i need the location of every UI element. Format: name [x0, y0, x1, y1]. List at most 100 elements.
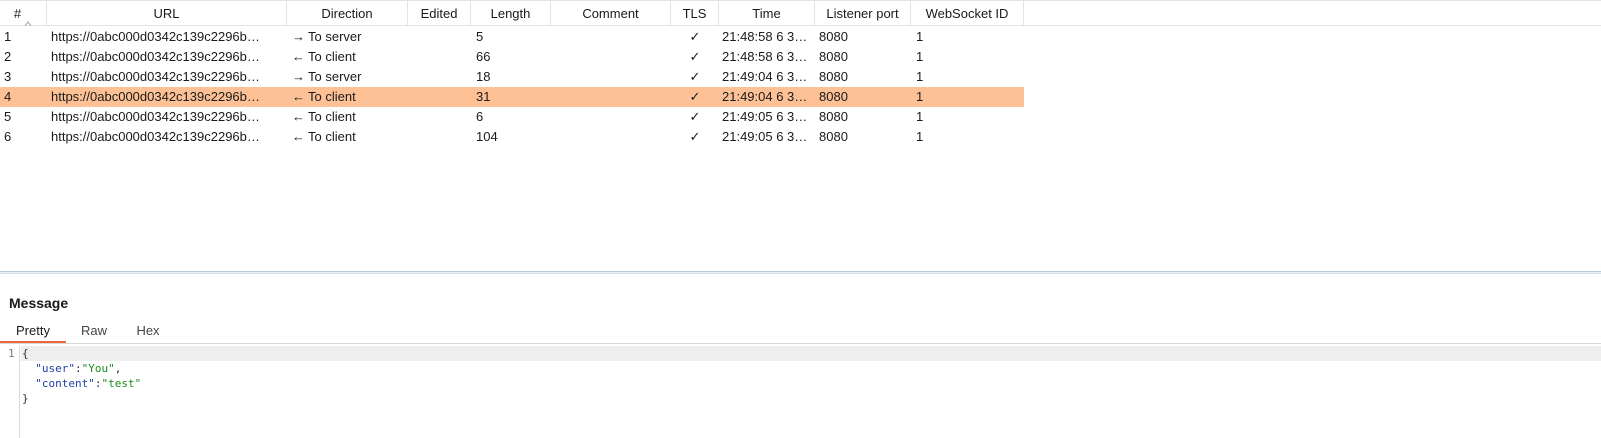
table-row[interactable]: 1 https://0abc000d0342c139c2296b… → To se…: [0, 27, 1024, 47]
row-url: https://0abc000d0342c139c2296b…: [51, 109, 260, 124]
row-comment: [551, 127, 671, 147]
row-number: 5: [4, 109, 12, 124]
row-websocket-id: 1: [916, 29, 924, 44]
row-websocket-id: 1: [916, 49, 924, 64]
row-comment: [551, 47, 671, 67]
editor-line: "content":"test": [35, 377, 142, 390]
row-number: 1: [4, 29, 12, 44]
row-number: 2: [4, 49, 12, 64]
arrow-right-icon: →: [292, 29, 305, 44]
panel-splitter[interactable]: [0, 271, 1601, 274]
column-header-url[interactable]: URL: [47, 1, 287, 26]
row-listener-port: 8080: [819, 49, 848, 64]
row-number: 6: [4, 129, 12, 144]
row-direction: ← To client: [287, 107, 408, 127]
row-time: 21:49:05 6 3…: [722, 129, 808, 144]
row-comment: [551, 87, 671, 107]
row-length: 31: [476, 89, 491, 104]
row-listener-port: 8080: [819, 69, 848, 84]
table-header: # URL Direction Edited Length Comment TL…: [0, 0, 1601, 26]
row-listener-port: 8080: [819, 109, 848, 124]
table-row[interactable]: 6 https://0abc000d0342c139c2296b… ← To cl…: [0, 127, 1024, 147]
row-listener-port: 8080: [819, 29, 848, 44]
row-edited: [408, 27, 471, 47]
row-time: 21:48:58 6 3…: [722, 49, 808, 64]
column-header-listener-port[interactable]: Listener port: [815, 1, 911, 26]
line-number: 1: [8, 347, 15, 360]
tab-pretty[interactable]: Pretty: [0, 320, 66, 343]
arrow-left-icon: ←: [292, 109, 305, 124]
row-websocket-id: 1: [916, 89, 924, 104]
row-listener-port: 8080: [819, 129, 848, 144]
checkmark-icon: ✓: [689, 49, 701, 64]
arrow-left-icon: ←: [292, 49, 305, 64]
column-header-edited[interactable]: Edited: [408, 1, 471, 26]
editor-line: }: [22, 392, 29, 405]
message-panel-title: Message: [9, 295, 69, 311]
row-url: https://0abc000d0342c139c2296b…: [51, 29, 260, 44]
tab-hex[interactable]: Hex: [128, 320, 168, 343]
row-direction: ← To client: [287, 127, 408, 147]
column-header-comment[interactable]: Comment: [551, 1, 671, 26]
arrow-left-icon: ←: [292, 89, 305, 104]
row-comment: [551, 107, 671, 127]
row-direction: → To server: [287, 67, 408, 87]
line-number-gutter: 1: [0, 346, 20, 438]
arrow-left-icon: ←: [292, 129, 305, 144]
editor-line: "user":"You",: [35, 362, 122, 375]
checkmark-icon: ✓: [689, 129, 701, 144]
table-row-selected[interactable]: 4 https://0abc000d0342c139c2296b… ← To cl…: [0, 87, 1024, 107]
row-time: 21:49:04 6 3…: [722, 89, 808, 104]
checkmark-icon: ✓: [689, 89, 701, 104]
row-length: 66: [476, 49, 491, 64]
row-number: 3: [4, 69, 12, 84]
row-edited: [408, 127, 471, 147]
json-value-content: "test": [101, 377, 142, 390]
row-listener-port: 8080: [819, 89, 848, 104]
row-length: 18: [476, 69, 491, 84]
row-comment: [551, 27, 671, 47]
row-websocket-id: 1: [916, 109, 924, 124]
row-edited: [408, 67, 471, 87]
editor-line-current: {: [21, 346, 1601, 361]
column-header-num[interactable]: #: [0, 1, 47, 26]
row-edited: [408, 87, 471, 107]
row-time: 21:49:04 6 3…: [722, 69, 808, 84]
row-url: https://0abc000d0342c139c2296b…: [51, 49, 260, 64]
row-url: https://0abc000d0342c139c2296b…: [51, 89, 260, 104]
table-body: 1 https://0abc000d0342c139c2296b… → To se…: [0, 27, 1024, 147]
column-header-direction[interactable]: Direction: [287, 1, 408, 26]
row-direction: → To server: [287, 27, 408, 47]
row-length: 6: [476, 109, 484, 124]
row-url: https://0abc000d0342c139c2296b…: [51, 69, 260, 84]
row-websocket-id: 1: [916, 129, 924, 144]
tab-raw[interactable]: Raw: [74, 320, 114, 343]
row-edited: [408, 107, 471, 127]
table-row[interactable]: 3 https://0abc000d0342c139c2296b… → To se…: [0, 67, 1024, 87]
row-time: 21:49:05 6 3…: [722, 109, 808, 124]
checkmark-icon: ✓: [689, 29, 701, 44]
message-view-tabs: Pretty Raw Hex: [0, 320, 1601, 344]
json-key-content: "content": [35, 377, 95, 390]
row-number: 4: [4, 89, 12, 104]
checkmark-icon: ✓: [689, 109, 701, 124]
row-length: 104: [476, 129, 498, 144]
row-direction: ← To client: [287, 87, 408, 107]
websocket-history-window: # URL Direction Edited Length Comment TL…: [0, 0, 1601, 438]
json-value-user: "You": [81, 362, 115, 375]
table-row[interactable]: 5 https://0abc000d0342c139c2296b… ← To cl…: [0, 107, 1024, 127]
row-comment: [551, 67, 671, 87]
column-header-tls[interactable]: TLS: [671, 1, 719, 26]
sort-ascending-icon: [24, 11, 32, 26]
websocket-history-table: # URL Direction Edited Length Comment TL…: [0, 0, 1601, 272]
arrow-right-icon: →: [292, 69, 305, 84]
row-length: 5: [476, 29, 484, 44]
table-row[interactable]: 2 https://0abc000d0342c139c2296b… ← To cl…: [0, 47, 1024, 67]
column-header-length[interactable]: Length: [471, 1, 551, 26]
json-key-user: "user": [35, 362, 75, 375]
row-direction: ← To client: [287, 47, 408, 67]
message-editor[interactable]: 1 { "user":"You", "content":"test" }: [0, 346, 1601, 438]
column-header-time[interactable]: Time: [719, 1, 815, 26]
column-header-websocket-id[interactable]: WebSocket ID: [911, 1, 1024, 26]
row-edited: [408, 47, 471, 67]
